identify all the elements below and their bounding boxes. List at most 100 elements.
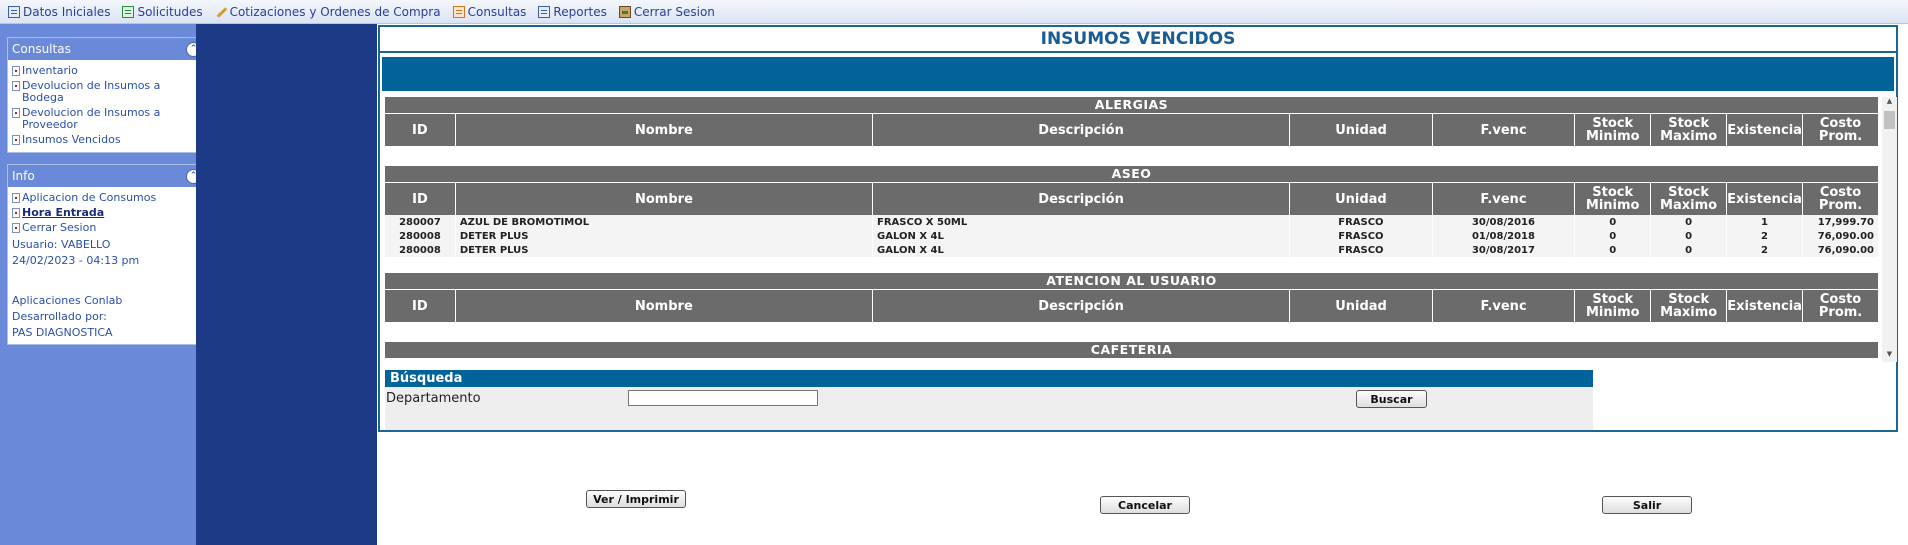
search-title: Búsqueda — [385, 370, 1593, 387]
column-header: F.venc — [1432, 182, 1575, 215]
menu-datos-iniciales[interactable]: Datos Iniciales — [8, 5, 110, 19]
sidebar-item-label: Cerrar Sesion — [22, 221, 97, 234]
table-row: 280007 AZUL DE BROMOTIMOL FRASCO X 50ML FRA… — [385, 215, 1878, 229]
sidebar-background — [196, 24, 377, 545]
column-header: Descripción — [873, 182, 1290, 215]
table-cell-existencia: 2 — [1727, 243, 1802, 257]
column-header: Stock Maximo — [1651, 182, 1727, 215]
buscar-button[interactable]: Buscar — [1356, 390, 1427, 408]
table-cell-existencia: 2 — [1727, 229, 1802, 243]
table-cell-costo: 76,090.00 — [1803, 243, 1878, 257]
sidebar-item-insumos-vencidos[interactable]: Insumos Vencidos — [12, 134, 201, 146]
column-header: ID — [385, 182, 455, 215]
table-cell-descripcion: GALON X 4L — [873, 229, 1290, 243]
bullet-icon — [12, 193, 20, 203]
results-scroll-area[interactable]: ALERGIAS ID Nombre Descripción Unidad F.venc S… — [385, 97, 1897, 362]
table-row: 280008 DETER PLUS GALON X 4L FRASCO 01/08/20… — [385, 229, 1878, 243]
menu-label: Reportes — [553, 4, 607, 19]
category-header: ATENCION AL USUARIO — [385, 273, 1878, 289]
scroll-up-icon[interactable]: ▲ — [1882, 97, 1897, 109]
bullet-icon — [12, 135, 20, 145]
table-cell-nombre: DETER PLUS — [455, 229, 873, 243]
table-cell-max: 0 — [1651, 215, 1727, 229]
title-bar: INSUMOS VENCIDOS — [380, 27, 1896, 53]
top-menu-bar: Datos Iniciales Solicitudes Cotizaciones… — [0, 0, 1908, 24]
column-header: Stock Maximo — [1651, 289, 1727, 322]
column-header: Costo Prom. — [1803, 289, 1878, 322]
table-cell-max: 0 — [1651, 243, 1727, 257]
menu-consultas[interactable]: Consultas — [452, 4, 527, 19]
column-header: Nombre — [455, 289, 872, 322]
main-content: INSUMOS VENCIDOS ALERGIAS ID Nombre Descrip… — [377, 24, 1908, 545]
column-header: Stock Minimo — [1575, 289, 1651, 322]
category-header: CAFETERIA — [385, 342, 1878, 358]
sidebar-item-cerrar-sesion[interactable]: Cerrar Sesion — [12, 222, 201, 234]
table-cell-unidad: FRASCO — [1290, 243, 1432, 257]
menu-solicitudes[interactable]: Solicitudes — [122, 4, 203, 19]
table-cell-existencia: 1 — [1727, 215, 1802, 229]
column-header: Costo Prom. — [1803, 113, 1878, 146]
column-header: F.venc — [1432, 289, 1575, 322]
category-table: ID Nombre Descripción Unidad F.venc Stock Mini… — [385, 113, 1879, 146]
table-cell-descripcion: GALON X 4L — [873, 243, 1290, 257]
vertical-scrollbar[interactable]: ▲ ▼ — [1882, 97, 1897, 362]
menu-reportes[interactable]: Reportes — [538, 4, 607, 19]
info-panel-header: Info ⌃ — [8, 165, 205, 187]
table-cell-min: 0 — [1575, 243, 1651, 257]
column-header: Unidad — [1290, 182, 1432, 215]
table-cell-fvenc: 30/08/2016 — [1432, 215, 1575, 229]
page-title: INSUMOS VENCIDOS — [1040, 29, 1236, 49]
info-panel: Info ⌃ Aplicacion de Consumos Hora Entra… — [7, 164, 206, 345]
table-cell-costo: 76,090.00 — [1803, 229, 1878, 243]
column-header: Costo Prom. — [1803, 182, 1878, 215]
scroll-thumb[interactable] — [1884, 111, 1895, 129]
scroll-down-icon[interactable]: ▼ — [1882, 350, 1897, 362]
sidebar-item-label: Inventario — [22, 64, 78, 77]
info-panel-title: Info — [12, 169, 35, 183]
salir-button[interactable]: Salir — [1602, 496, 1692, 514]
sidebar: Consultas ⌃ Inventario Devolucion de Ins… — [0, 24, 206, 545]
ver-imprimir-button[interactable]: Ver / Imprimir — [586, 490, 686, 508]
column-header: Stock Maximo — [1651, 113, 1727, 146]
sidebar-item-hora-entrada[interactable]: Hora Entrada — [12, 207, 201, 219]
sidebar-item-label: Devolucion de Insumos a Proveedor — [22, 106, 161, 131]
column-header: Nombre — [455, 113, 872, 146]
search-panel: Búsqueda Departamento Buscar — [385, 370, 1593, 430]
category-header: ASEO — [385, 166, 1878, 182]
sidebar-item-label: Insumos Vencidos — [22, 133, 121, 146]
sidebar-item-devolucion-bodega[interactable]: Devolucion de Insumos a Bodega — [12, 80, 201, 104]
column-header: Unidad — [1290, 113, 1432, 146]
column-header: Descripción — [872, 113, 1290, 146]
consultas-panel: Consultas ⌃ Inventario Devolucion de Ins… — [7, 37, 206, 153]
table-cell-nombre: AZUL DE BROMOTIMOL — [455, 215, 873, 229]
report-icon — [538, 5, 551, 18]
categories-container: ALERGIAS ID Nombre Descripción Unidad F.venc S… — [385, 97, 1897, 358]
menu-label: Solicitudes — [137, 4, 203, 19]
table-cell-costo: 17,999.70 — [1803, 215, 1878, 229]
sidebar-item-inventario[interactable]: Inventario — [12, 65, 201, 77]
cancelar-button[interactable]: Cancelar — [1100, 496, 1190, 514]
table-cell-min: 0 — [1575, 215, 1651, 229]
column-header: F.venc — [1432, 113, 1575, 146]
developer-name: PAS DIAGNOSTICA — [12, 326, 113, 339]
pencil-icon — [215, 6, 227, 18]
menu-label: Cerrar Sesion — [633, 4, 715, 19]
login-datetime: 24/02/2023 - 04:13 pm — [12, 254, 140, 267]
sidebar-item-devolucion-proveedor[interactable]: Devolucion de Insumos a Proveedor — [12, 107, 201, 131]
table-cell-unidad: FRASCO — [1290, 215, 1432, 229]
sidebar-item-aplicacion-consumos[interactable]: Aplicacion de Consumos — [12, 192, 201, 204]
column-header: Nombre — [455, 182, 873, 215]
menu-label: Consultas — [467, 4, 527, 19]
sidebar-item-label: Devolucion de Insumos a Bodega — [22, 79, 161, 104]
consultas-panel-title: Consultas — [12, 42, 71, 56]
bullet-icon — [12, 81, 20, 91]
bullet-icon — [12, 223, 20, 233]
bullet-icon — [12, 108, 20, 118]
table-cell-min: 0 — [1575, 229, 1651, 243]
menu-cotizaciones[interactable]: Cotizaciones y Ordenes de Compra — [215, 5, 441, 19]
menu-cerrar-sesion[interactable]: Cerrar Sesion — [618, 4, 715, 19]
table-cell-unidad: FRASCO — [1290, 229, 1432, 243]
departamento-input[interactable] — [628, 390, 818, 406]
menu-label: Cotizaciones y Ordenes de Compra — [229, 4, 441, 19]
table-cell-fvenc: 30/08/2017 — [1432, 243, 1575, 257]
